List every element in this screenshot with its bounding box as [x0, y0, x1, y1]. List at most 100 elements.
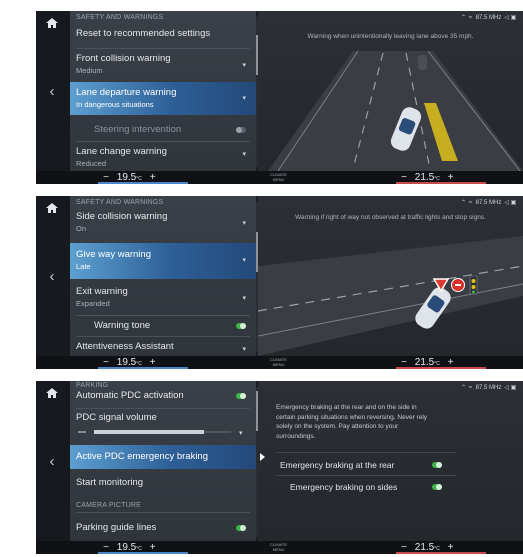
side-nav: ‹ — [36, 381, 70, 554]
back-arrow-icon[interactable]: ‹ — [44, 268, 60, 286]
side-nav: ‹ — [36, 196, 70, 369]
chevron-down-icon: ▾ — [242, 220, 246, 227]
option-label: Emergency braking on sides — [290, 482, 398, 492]
home-icon[interactable] — [45, 202, 59, 214]
divider — [76, 512, 250, 513]
menu-item-side-collision[interactable]: Side collision warning On ▾ — [70, 211, 256, 239]
lane-departure-illustration — [268, 50, 523, 171]
menu-item-label: Attentiveness Assistant — [76, 341, 174, 352]
menu-item-auto-pdc[interactable]: Automatic PDC activation — [70, 390, 256, 406]
detail-view: ⌃ ≈ 87.5 MHz ◁ ▣ Emergency braking at the … — [258, 381, 523, 541]
temp-left-indicator — [98, 182, 188, 184]
temp-right-indicator — [396, 182, 486, 184]
menu-item-value: Reduced — [76, 159, 107, 168]
menu-item-give-way[interactable]: Give way warning Late ▾ — [70, 243, 256, 279]
section-header: SAFETY AND WARNINGS — [76, 14, 164, 21]
menu-item-pdc-volume[interactable]: PDC signal volume ▾ — [70, 412, 256, 442]
menu-item-steering-intervention[interactable]: Steering intervention — [70, 124, 256, 138]
menu-item-lane-departure[interactable]: Lane departure warning In dangerous situ… — [70, 82, 256, 115]
menu-item-label: Automatic PDC activation — [76, 390, 184, 401]
toggle-switch-icon[interactable] — [236, 323, 246, 329]
menu-item-value: On — [76, 224, 87, 233]
radio-icon: ≈ — [468, 385, 473, 391]
chevron-down-icon: ▾ — [242, 257, 246, 264]
toggle-switch-icon[interactable] — [432, 484, 442, 490]
menu-item-label: Reset to recommended settings — [76, 28, 211, 39]
menu-item-label: Exit warning — [76, 286, 128, 297]
settings-menu: PARKING Automatic PDC activation PDC sig… — [70, 381, 256, 541]
illustration-view: ⌃ ≈ 87.5 MHz ◁ ▣ Warning if right of way n… — [258, 196, 523, 356]
divider — [76, 48, 250, 49]
menu-item-label: Steering intervention — [94, 124, 182, 135]
menu-item-lane-change[interactable]: Lane change warning Reduced ▾ — [70, 146, 256, 171]
toggle-switch-icon[interactable] — [236, 393, 246, 399]
menu-item-value: Expanded — [76, 299, 110, 308]
menu-item-reset[interactable]: Reset to recommended settings — [70, 28, 256, 48]
divider — [276, 475, 456, 476]
subsection-header: CAMERA PICTURE — [76, 502, 142, 509]
climate-menu-button[interactable]: CLIMATE MENU — [270, 357, 287, 367]
section-header: PARKING — [76, 382, 109, 389]
menu-item-label: Front collision warning — [76, 53, 171, 64]
option-braking-sides[interactable]: Emergency braking on sides — [276, 480, 456, 494]
side-nav: ‹ — [36, 11, 70, 184]
menu-item-active-pdc-braking[interactable]: Active PDC emergency braking — [70, 445, 256, 469]
temp-left-indicator — [98, 367, 188, 369]
svg-text:▾: ▾ — [239, 429, 243, 437]
divider — [76, 408, 250, 409]
menu-item-value: Medium — [76, 66, 103, 75]
menu-item-label: Give way warning — [76, 249, 151, 260]
menu-item-warning-tone[interactable]: Warning tone — [70, 320, 256, 334]
menu-item-parking-guide-lines[interactable]: Parking guide lines — [70, 522, 256, 538]
home-icon[interactable] — [45, 387, 59, 399]
climate-menu-label: MENU — [272, 361, 285, 367]
option-braking-rear[interactable]: Emergency braking at the rear — [276, 458, 456, 472]
menu-item-front-collision[interactable]: Front collision warning Medium ▾ — [70, 53, 256, 81]
menu-item-attentiveness[interactable]: Attentiveness Assistant ▾ — [70, 341, 256, 356]
volume-slider[interactable]: ▾ — [76, 427, 246, 437]
divider — [76, 141, 250, 142]
climate-menu-button[interactable]: CLIMATE MENU — [270, 542, 287, 552]
status-bar: ⌃ ≈ 87.5 MHz ◁ ▣ — [460, 384, 517, 391]
chevron-right-icon — [260, 453, 265, 461]
divider — [276, 452, 456, 453]
menu-item-label: Start monitoring — [76, 477, 144, 488]
chevron-down-icon: ▾ — [242, 346, 246, 353]
toggle-switch-icon[interactable] — [236, 127, 246, 133]
menu-item-label: Warning tone — [94, 320, 151, 331]
info-description: Emergency braking at the rear and on the… — [276, 404, 428, 440]
illustration-view: ⌃ ≈ 87.5 MHz ◁ ▣ Warning when unintentiona… — [258, 11, 523, 171]
menu-item-exit-warning[interactable]: Exit warning Expanded ▾ — [70, 286, 256, 314]
chevron-down-icon: ▾ — [242, 295, 246, 302]
climate-menu-button[interactable]: CLIMATE MENU — [270, 172, 287, 182]
menu-item-label: PDC signal volume — [76, 412, 157, 423]
menu-item-start-monitoring[interactable]: Start monitoring — [70, 477, 256, 495]
signal-icon: ⌃ — [460, 385, 466, 391]
chevron-down-icon: ▾ — [242, 95, 246, 102]
screen-lane-departure: ‹ SAFETY AND WARNINGS Reset to recommend… — [36, 11, 523, 184]
temp-right-indicator — [396, 552, 486, 554]
divider — [76, 315, 250, 316]
climate-bar: − 19.5°C + CLIMATE MENU − 21.5°C + — [36, 356, 523, 369]
climate-menu-label: MENU — [272, 176, 285, 182]
settings-menu: SAFETY AND WARNINGS Side collision warni… — [70, 196, 256, 356]
chevron-down-icon: ▾ — [242, 151, 246, 158]
climate-bar: − 19.5°C + CLIMATE MENU − 21.5°C + — [36, 541, 523, 554]
section-header: SAFETY AND WARNINGS — [76, 199, 164, 206]
menu-item-value: Late — [76, 262, 91, 271]
home-icon[interactable] — [45, 17, 59, 29]
back-arrow-icon[interactable]: ‹ — [44, 83, 60, 101]
menu-item-value: In dangerous situations — [76, 100, 154, 109]
toggle-switch-icon[interactable] — [236, 525, 246, 531]
menu-item-label: Lane departure warning — [76, 87, 177, 98]
phone-icon: ▣ — [510, 385, 517, 391]
temp-right-indicator — [396, 367, 486, 369]
volume-icon: ◁ — [504, 385, 509, 391]
climate-menu-label: MENU — [272, 546, 285, 552]
divider — [76, 336, 250, 337]
screen-give-way-warning: ‹ SAFETY AND WARNINGS Side collision war… — [36, 196, 523, 369]
toggle-switch-icon[interactable] — [432, 462, 442, 468]
menu-item-label: Side collision warning — [76, 211, 168, 222]
back-arrow-icon[interactable]: ‹ — [44, 453, 60, 471]
menu-item-label: Active PDC emergency braking — [76, 451, 208, 462]
